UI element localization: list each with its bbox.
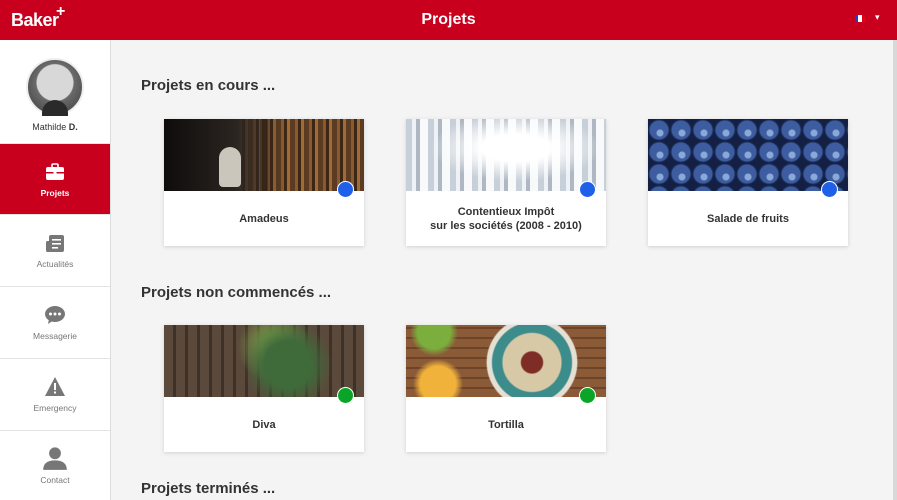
project-title: Salade de fruits [707, 212, 789, 225]
sidebar-item-contact[interactable]: Contact [0, 431, 110, 500]
sidebar-item-actualites[interactable]: Actualités [0, 215, 110, 287]
language-dropdown-caret-icon[interactable]: ▾ [875, 12, 880, 23]
project-image [406, 119, 606, 191]
newspaper-icon [46, 235, 64, 252]
project-card-diva[interactable]: Diva [164, 325, 364, 452]
top-bar: Baker + Projets ▾ [0, 0, 897, 40]
project-image [164, 325, 364, 397]
user-last-initial: D. [68, 122, 78, 132]
status-dot [579, 387, 596, 404]
project-card-salade[interactable]: Salade de fruits [648, 119, 848, 246]
project-title: Amadeus [239, 212, 289, 225]
project-title: Diva [252, 418, 276, 431]
user-profile[interactable]: Mathilde D. [0, 40, 110, 144]
sidebar-item-label: Actualités [36, 259, 74, 269]
project-card-tortilla[interactable]: Tortilla [406, 325, 606, 452]
sidebar-item-messagerie[interactable]: Messagerie [0, 287, 110, 359]
avatar[interactable] [26, 58, 84, 116]
sidebar-item-label: Projets [40, 188, 70, 198]
project-card-amadeus[interactable]: Amadeus [164, 119, 364, 246]
project-title: Contentieux Impôt sur les sociétés (2008… [430, 205, 582, 232]
project-title: Tortilla [488, 418, 524, 431]
sidebar: Mathilde D. Projets Actualités Messageri… [0, 40, 111, 500]
status-dot [337, 387, 354, 404]
page-title: Projets [421, 11, 476, 28]
status-dot [337, 181, 354, 198]
user-name: Mathilde D. [0, 122, 110, 132]
status-dot [579, 181, 596, 198]
sidebar-item-label: Contact [40, 475, 70, 485]
sidebar-item-emergency[interactable]: Emergency [0, 359, 110, 431]
warning-icon [45, 377, 65, 396]
french-flag-icon[interactable] [855, 15, 865, 22]
section-title-en-cours: Projets en cours ... [141, 77, 276, 94]
section-title-termines: Projets terminés ... [141, 480, 276, 497]
sidebar-item-label: Emergency [33, 403, 77, 413]
chat-bubble-icon [45, 306, 65, 324]
user-first-name: Mathilde [32, 122, 67, 132]
project-image [406, 325, 606, 397]
project-image [164, 119, 364, 191]
main-content: Projets en cours ... Amadeus Contentieux… [112, 40, 894, 500]
sidebar-item-label: Messagerie [33, 331, 77, 341]
scrollbar-track[interactable] [893, 40, 897, 500]
status-dot [821, 181, 838, 198]
section-title-non-commences: Projets non commencés ... [141, 284, 332, 301]
briefcase-icon [46, 163, 64, 180]
sidebar-item-projets[interactable]: Projets [0, 144, 110, 215]
project-card-contentieux[interactable]: Contentieux Impôt sur les sociétés (2008… [406, 119, 606, 246]
project-image [648, 119, 848, 191]
person-icon [43, 447, 67, 470]
